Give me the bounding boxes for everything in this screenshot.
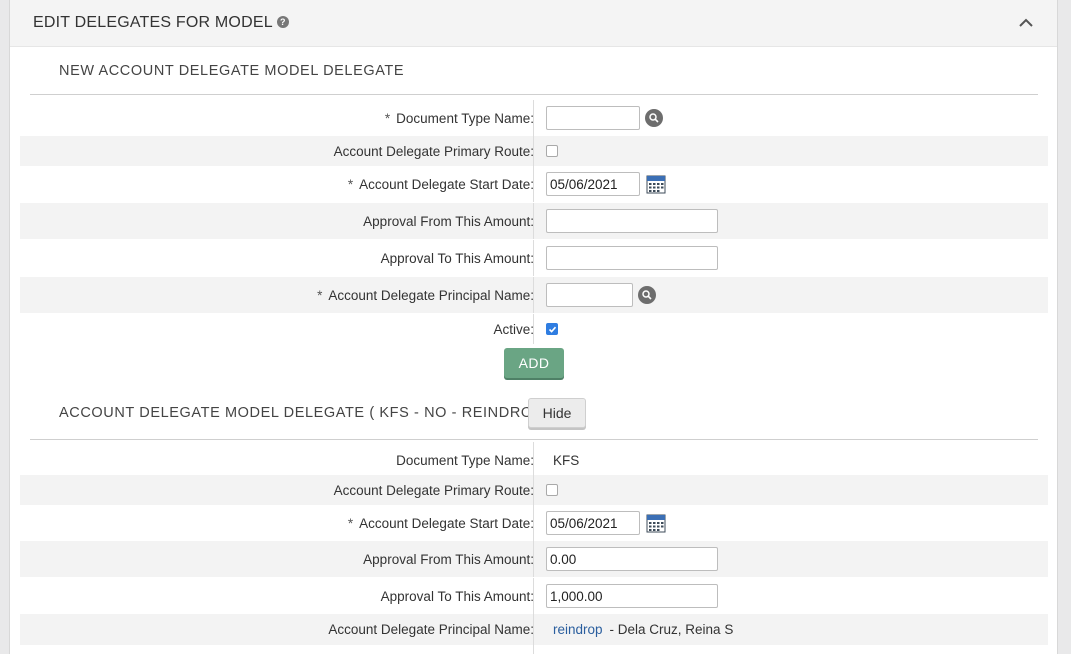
approval-from-input[interactable] [546,209,718,233]
existing-section-title: ACCOUNT DELEGATE MODEL DELEGATE ( KFS - … [59,405,553,421]
row-principal-name-existing: Account Delegate Principal Name: reindro… [20,614,1048,645]
new-section-title: NEW ACCOUNT DELEGATE MODEL DELEGATE [59,63,405,79]
panel-title-text: EDIT DELEGATES FOR MODEL [33,14,273,31]
column-divider [533,100,534,136]
section-divider [30,439,1038,440]
approval-to-input[interactable] [546,584,718,608]
start-date-label: * Account Delegate Start Date: [347,176,534,192]
principal-link[interactable]: reindrop [553,622,603,637]
row-start-date: * Account Delegate Start Date: [20,166,1048,202]
chevron-up-icon[interactable] [1017,14,1035,32]
approval-from-value [546,541,718,577]
add-button[interactable]: ADD [504,348,564,378]
document-type-value [546,100,663,136]
approval-to-input[interactable] [546,246,718,270]
principal-name-input[interactable] [546,283,633,307]
approval-to-label: Approval To This Amount: [380,250,534,266]
column-divider [533,442,534,478]
required-mark: * [384,110,391,126]
approval-from-label: Approval From This Amount: [363,213,534,229]
active-label: Active: [493,321,534,337]
start-date-label: * Account Delegate Start Date: [347,515,534,531]
section-divider [30,94,1038,95]
row-start-date-existing: * Account Delegate Start Date: [20,505,1048,541]
approval-to-value [546,240,718,276]
document-type-label: * Document Type Name: [384,110,534,126]
document-type-value: KFS [553,442,579,478]
principal-name-label: Account Delegate Principal Name: [328,622,534,637]
column-divider [533,645,534,654]
search-icon[interactable] [638,286,656,304]
column-divider [533,240,534,276]
row-approval-to: Approval To This Amount: [20,240,1048,276]
row-active: Active: [20,314,1048,344]
edit-delegates-panel: EDIT DELEGATES FOR MODEL? NEW ACCOUNT DE… [9,0,1058,654]
primary-route-label: Account Delegate Primary Route: [333,482,534,498]
approval-from-value [546,203,718,239]
column-divider [533,541,534,577]
start-date-value [546,505,666,541]
row-document-type-existing: Document Type Name: KFS [20,442,1048,478]
row-principal-name: * Account Delegate Principal Name: [20,277,1048,313]
active-value [546,314,558,344]
column-divider [533,314,534,344]
row-primary-route-existing: Account Delegate Primary Route: [20,475,1048,505]
active-checkbox[interactable] [546,323,558,335]
column-divider [533,203,534,239]
column-divider [533,505,534,541]
row-active-existing [20,645,1048,654]
start-date-value [546,166,666,202]
column-divider [533,614,534,645]
principal-full-name: - Dela Cruz, Reina S [609,622,734,637]
primary-route-checkbox[interactable] [546,145,558,157]
approval-to-label: Approval To This Amount: [380,588,534,604]
row-document-type: * Document Type Name: [20,100,1048,136]
approval-to-value [546,578,718,614]
column-divider [533,578,534,614]
approval-from-label: Approval From This Amount: [363,551,534,567]
primary-route-checkbox[interactable] [546,484,558,496]
primary-route-value [546,475,558,505]
row-approval-to-existing: Approval To This Amount: [20,578,1048,614]
panel-header[interactable]: EDIT DELEGATES FOR MODEL? [10,0,1057,47]
document-type-label: Document Type Name: [396,452,534,468]
primary-route-label: Account Delegate Primary Route: [333,143,534,159]
document-type-input[interactable] [546,106,640,130]
start-date-input[interactable] [546,172,640,196]
search-icon[interactable] [645,109,663,127]
principal-name-value [546,277,656,313]
calendar-icon[interactable] [646,174,666,194]
column-divider [533,136,534,166]
row-approval-from-existing: Approval From This Amount: [20,541,1048,577]
principal-name-label: * Account Delegate Principal Name: [317,287,534,303]
column-divider [533,277,534,313]
panel-title: EDIT DELEGATES FOR MODEL? [33,14,289,32]
hide-button[interactable]: Hide [528,398,586,428]
help-icon[interactable]: ? [276,16,289,28]
column-divider [533,166,534,202]
row-approval-from: Approval From This Amount: [20,203,1048,239]
primary-route-value [546,136,558,166]
column-divider [533,475,534,505]
approval-from-input[interactable] [546,547,718,571]
principal-name-value: reindrop - Dela Cruz, Reina S [553,614,733,645]
start-date-input[interactable] [546,511,640,535]
calendar-icon[interactable] [646,513,666,533]
row-primary-route: Account Delegate Primary Route: [20,136,1048,166]
document-type-text: KFS [553,452,580,468]
